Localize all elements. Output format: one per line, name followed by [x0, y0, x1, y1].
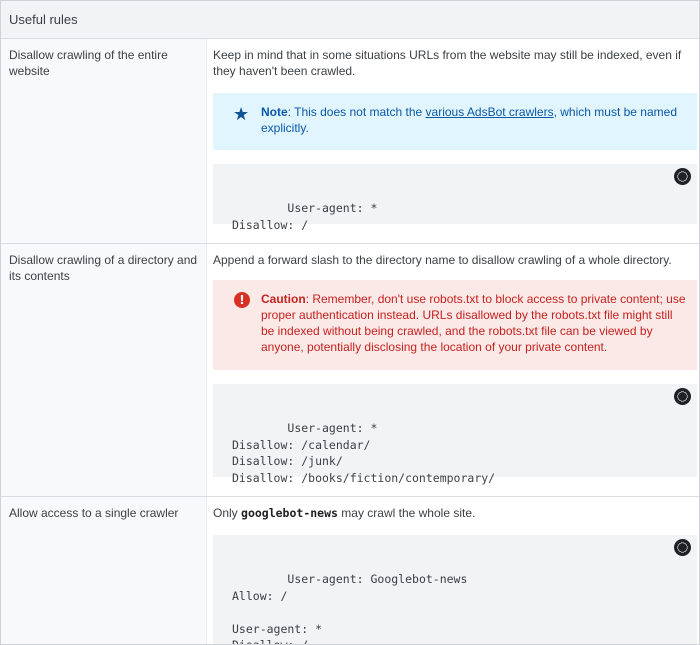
rule-name: Allow access to a single crawler	[1, 497, 207, 644]
code-block: User-agent: * Disallow: /	[213, 164, 697, 232]
table-title: Useful rules	[9, 12, 78, 27]
useful-rules-table: Useful rules Disallow crawling of the en…	[0, 0, 700, 645]
dark-theme-toggle-icon[interactable]	[674, 388, 691, 405]
table-row: Disallow crawling of a directory and its…	[1, 244, 699, 497]
note-callout: ★ Note: This does not match the various …	[213, 93, 697, 150]
rule-description-cell: Only googlebot-news may crawl the whole …	[207, 497, 699, 644]
caution-text: : Remember, don't use robots.txt to bloc…	[261, 292, 686, 354]
rule-name: Disallow crawling of a directory and its…	[1, 244, 207, 496]
error-icon: !	[234, 292, 250, 308]
code-text: User-agent: * Disallow: /	[232, 201, 378, 232]
code-text: User-agent: Googlebot-news Allow: / User…	[232, 572, 468, 644]
code-block: User-agent: * Disallow: /calendar/ Disal…	[213, 384, 697, 485]
star-icon: ★	[233, 104, 250, 124]
rule-description: Append a forward slash to the directory …	[213, 253, 672, 267]
note-text-before: : This does not match the	[287, 105, 426, 119]
note-label: Note	[261, 105, 288, 119]
rule-description: Keep in mind that in some situations URL…	[213, 48, 682, 78]
table-header: Useful rules	[1, 1, 699, 39]
caution-callout: ! Caution: Remember, don't use robots.tx…	[213, 280, 697, 370]
rule-name: Disallow crawling of the entire website	[1, 39, 207, 243]
adsbot-crawlers-link[interactable]: various AdsBot crawlers	[426, 105, 554, 119]
rule-description-cell: Append a forward slash to the directory …	[207, 244, 699, 496]
crawler-name-code: googlebot-news	[241, 506, 338, 520]
caution-label: Caution	[261, 292, 306, 306]
table-row: Allow access to a single crawler Only go…	[1, 497, 699, 644]
code-text: User-agent: * Disallow: /calendar/ Disal…	[232, 421, 496, 485]
rule-description: Only googlebot-news may crawl the whole …	[213, 505, 699, 521]
code-block: User-agent: Googlebot-news Allow: / User…	[213, 535, 697, 644]
dark-theme-toggle-icon[interactable]	[674, 539, 691, 556]
description-text: Only	[213, 506, 242, 520]
rule-description-cell: Keep in mind that in some situations URL…	[207, 39, 699, 243]
description-text: may crawl the whole site.	[337, 506, 476, 520]
dark-theme-toggle-icon[interactable]	[674, 168, 691, 185]
table-row: Disallow crawling of the entire website …	[1, 39, 699, 244]
